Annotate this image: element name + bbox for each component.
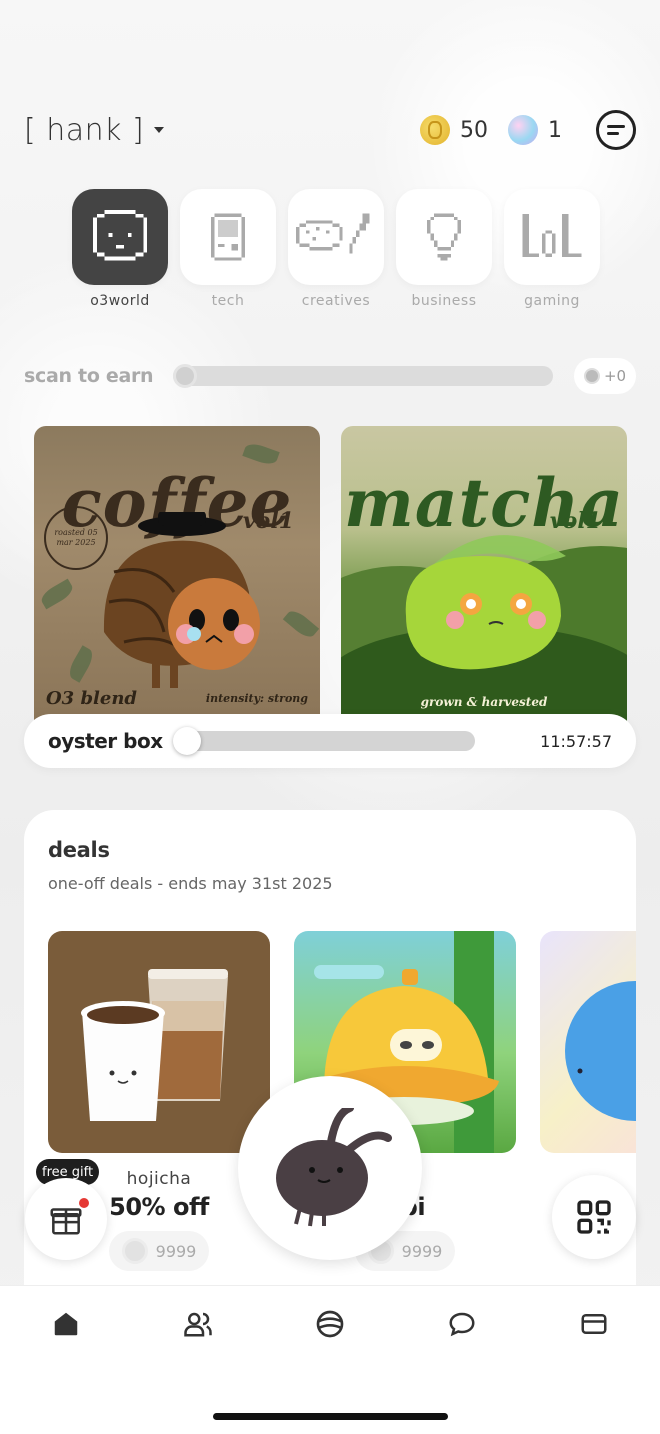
palette-brush-icon [296,213,370,254]
mascot-center-button[interactable] [238,1076,422,1260]
chat-bubble-icon [449,1312,475,1337]
users-icon [184,1312,212,1337]
oyster-timer: 11:57:57 [540,731,612,751]
category-label: tech [211,293,245,309]
balances: 50 1 [420,110,636,150]
category-label: creatives [301,293,371,309]
category-creatives[interactable]: creatives [288,189,384,309]
nav-world[interactable] [310,1304,350,1344]
coin-icon [121,1238,148,1264]
lol-logo-icon [522,213,582,257]
category-label: gaming [524,293,580,309]
deal-image [48,931,270,1153]
oyster-box-bar[interactable]: oyster box 11:57:57 [24,714,636,768]
nav-home[interactable] [46,1304,86,1344]
handheld-device-icon [211,213,245,261]
scan-earned-badge: +0 [574,358,636,394]
deal-price: 9999 [155,1241,197,1261]
lightbulb-icon [427,213,461,261]
blue-character-illustration [565,981,636,1121]
smiley-face-icon [92,209,148,261]
gem-icon [508,115,538,145]
qr-scan-button[interactable] [552,1175,636,1259]
box-footer: grown & harvested [420,695,548,709]
free-gift-button[interactable] [25,1178,107,1260]
leaf-decoration [65,645,97,683]
scan-progress-knob [173,364,198,388]
deal-price: 9999 [401,1241,443,1261]
deal-price-button[interactable]: 9999 [109,1231,209,1271]
oyster-progress-knob [172,727,201,755]
nav-friends[interactable] [178,1304,218,1344]
scan-to-earn-label: scan to earn [24,365,154,387]
home-icon [54,1312,78,1336]
intensity-label: intensity: strong [205,692,308,705]
oyster-progress-bar [172,727,475,755]
notification-dot [79,1198,89,1208]
category-label: o3world [90,293,150,309]
nav-wallet[interactable] [574,1304,614,1344]
deal-card[interactable] [540,931,636,1153]
category-o3world[interactable]: o3world [72,189,168,309]
matcha-box-card[interactable]: matcha vol1 grown & harvested [341,426,627,721]
category-tile[interactable] [180,189,276,285]
coffee-character-illustration [103,512,260,688]
category-tile[interactable] [72,189,168,285]
card-icon [581,1314,607,1334]
deals-subtitle: one-off deals - ends may 31st 2025 [48,874,333,893]
category-gaming[interactable]: gaming [504,189,600,309]
category-business[interactable]: business [396,189,492,309]
deals-title: deals [48,838,110,862]
category-tile[interactable] [396,189,492,285]
coffee-box-card[interactable]: coffee vol1 roasted 05 mar 2025 O3 blend… [34,426,320,721]
oyster-box-label: oyster box [48,729,163,753]
coin-icon [583,368,600,384]
deal-image [540,931,636,1153]
matcha-character-illustration [405,535,566,670]
category-tabs: o3world tech creatives business gaming [72,189,600,309]
globe-icon [316,1310,344,1338]
category-label: business [411,293,477,309]
coffee-cups-illustration [81,969,228,1121]
username: [ hank ] [24,112,145,148]
message-line-icon [607,125,625,128]
blend-name: O3 blend [46,688,138,709]
scan-earned-value: +0 [603,367,627,385]
scan-to-earn-row: scan to earn +0 [24,358,636,394]
chevron-down-icon [154,127,165,133]
message-line-icon [607,132,619,135]
coin-icon [420,115,450,145]
gem-balance: 1 [548,117,562,143]
leaf-decoration [38,578,76,610]
messages-button[interactable] [596,110,636,150]
account-selector[interactable]: [ hank ] [24,112,165,148]
home-indicator [213,1413,448,1420]
category-tile[interactable] [288,189,384,285]
mascot-bug-icon [276,1108,392,1227]
scan-progress-bar [173,364,554,388]
bottom-navigation [0,1285,660,1434]
top-header: [ hank ] 50 1 [24,108,636,152]
qr-code-icon [577,1200,611,1234]
nav-chat[interactable] [442,1304,482,1344]
coin-balance: 50 [460,117,488,143]
category-tech[interactable]: tech [180,189,276,309]
category-tile[interactable] [504,189,600,285]
